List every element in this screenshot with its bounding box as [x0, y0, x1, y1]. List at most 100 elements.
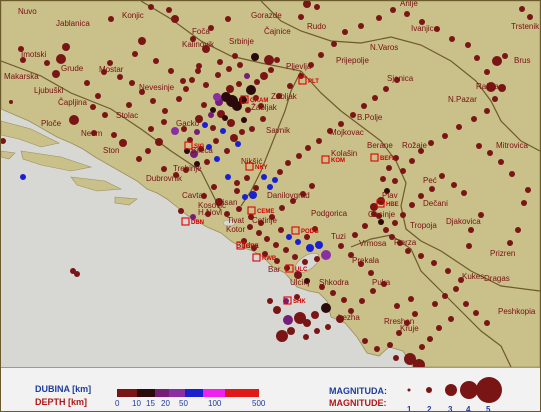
earthquake-event [232, 53, 238, 59]
earthquake-event [432, 301, 438, 307]
place-label: Rožaje [402, 141, 427, 150]
place-label: Kalinovik [182, 40, 215, 49]
earthquake-event [302, 259, 308, 265]
place-label: Puka [372, 278, 391, 287]
place-label: Kukes [462, 272, 484, 281]
station-code: HBE [386, 202, 399, 208]
earthquake-event [427, 336, 433, 342]
place-label: Bar [268, 265, 281, 274]
magnitude-circle [426, 387, 432, 393]
earthquake-event [418, 253, 424, 259]
earthquake-event [283, 247, 289, 253]
place-label: Peshkopia [498, 307, 536, 316]
place-label: Peć [423, 176, 437, 185]
place-label: Savnik [266, 126, 291, 135]
station-code: KOM [331, 158, 345, 164]
earthquake-event [279, 205, 285, 211]
earthquake-event [527, 14, 533, 20]
depth-tick: 15 [146, 399, 155, 408]
place-label: Gacko [176, 119, 200, 128]
magnitude-tick: 1 [407, 405, 412, 412]
earthquake-event [362, 338, 368, 344]
station-code: SIG [194, 144, 205, 150]
earthquake-event [390, 7, 396, 13]
depth-swatch [137, 389, 155, 397]
earthquake-event [318, 52, 324, 58]
place-label: B.Polje [357, 113, 383, 122]
place-label: Fierza [394, 238, 417, 247]
place-label: Neum [81, 129, 103, 138]
earthquake-event [405, 248, 411, 254]
depth-swatch [203, 389, 225, 397]
earthquake-event [162, 108, 168, 114]
earthquake-event [498, 159, 504, 165]
earthquake-event [408, 296, 414, 302]
place-label: Konjic [122, 11, 144, 20]
earthquake-event [108, 16, 114, 22]
earthquake-event [148, 126, 154, 132]
earthquake-event [264, 236, 270, 242]
earthquake-event [251, 53, 259, 61]
depth-tick: 50 [179, 399, 188, 408]
earthquake-event [338, 121, 344, 127]
earthquake-event [428, 140, 434, 146]
earthquake-event [484, 108, 490, 114]
map: Nuvo Jablanica Konjic Gorazde Rudo Arilje Ivan… [1, 1, 540, 367]
place-label: Berane [367, 141, 393, 150]
earthquake-event [456, 124, 462, 130]
earthquake-event [400, 168, 406, 174]
earthquake-event [138, 37, 146, 45]
earthquake-event [431, 260, 437, 266]
earthquake-event [359, 298, 365, 304]
place-label: Mojkovac [330, 128, 364, 137]
earthquake-event [241, 117, 247, 123]
earthquake-event [484, 69, 490, 75]
earthquake-event [249, 126, 255, 132]
earthquake-event [171, 127, 179, 135]
earthquake-event [358, 23, 364, 29]
earthquake-event [380, 176, 386, 182]
depth-label-sr: DUBINA [km] [35, 384, 92, 394]
earthquake-event [227, 119, 235, 127]
place-label: Cetinje [252, 216, 277, 225]
place-label: Rudo [307, 22, 327, 31]
depth-swatch [185, 389, 203, 397]
place-label: Podgorica [311, 209, 348, 218]
earthquake-event [466, 243, 472, 249]
earthquake-event [451, 182, 457, 188]
earthquake-event [180, 78, 186, 84]
earthquake-event [445, 268, 451, 274]
earthquake-event [44, 60, 50, 66]
earthquake-event [226, 85, 234, 93]
magnitude-tick: 3 [448, 405, 453, 412]
magnitude-tick: 4 [466, 405, 471, 412]
place-label: Dragas [484, 274, 510, 283]
earthquake-event [439, 173, 445, 179]
place-label: Kotor [226, 225, 245, 234]
earthquake-event [316, 138, 322, 144]
place-label: Vrmosa [359, 239, 387, 248]
earthquake-event [476, 143, 482, 149]
earthquake-event [249, 191, 257, 199]
earthquake-event [419, 344, 425, 350]
earthquake-event [525, 187, 531, 193]
earthquake-event [272, 177, 278, 183]
earthquake-event [204, 159, 210, 165]
place-label: Grude [61, 64, 84, 73]
place-label: Risan [217, 198, 237, 207]
earthquake-event [442, 293, 448, 299]
depth-tick: 500 [252, 399, 266, 408]
earthquake-event [285, 160, 291, 166]
station-code: ULC [295, 267, 308, 273]
earthquake-event [111, 132, 117, 138]
station-code: DBN [191, 220, 204, 226]
depth-swatch [169, 389, 185, 397]
earthquake-event [306, 244, 314, 252]
earthquake-event [171, 15, 179, 23]
earthquake-event [387, 342, 393, 348]
earthquake-event [409, 202, 415, 208]
earthquake-event [242, 194, 248, 200]
magnitude-scale [407, 377, 502, 403]
earthquake-event [314, 256, 320, 262]
earthquake-event [314, 328, 320, 334]
